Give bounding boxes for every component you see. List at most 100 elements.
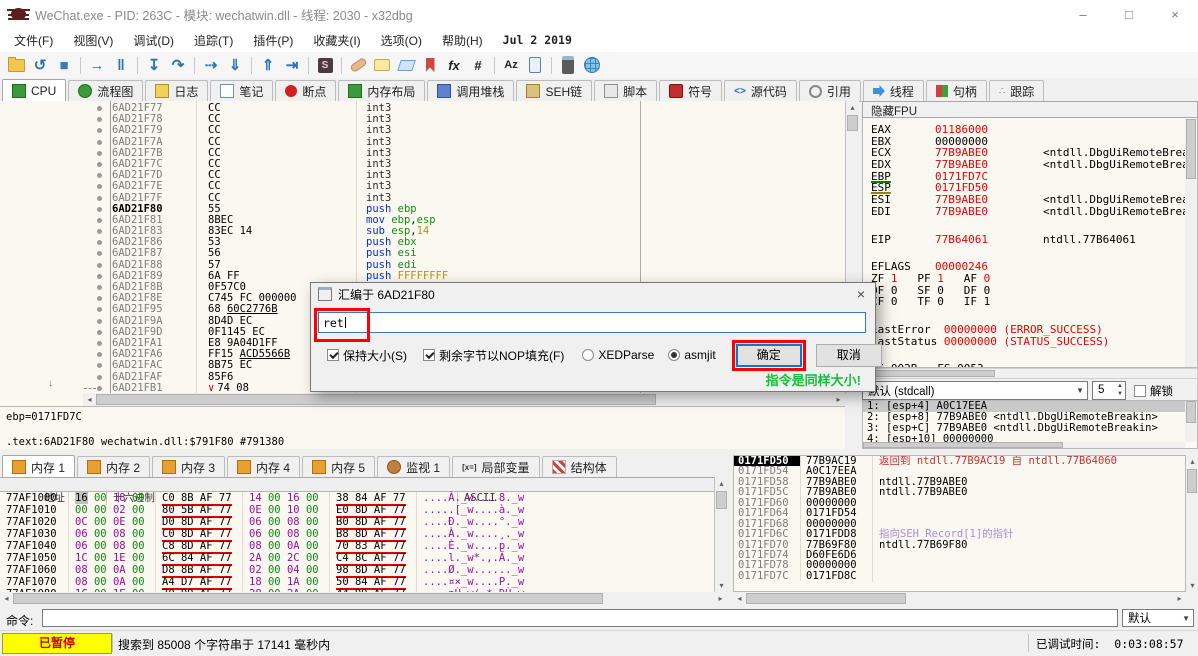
- stack-row[interactable]: 0171FD74D60FE6D6: [734, 550, 1185, 560]
- scylla-icon[interactable]: S: [314, 54, 336, 76]
- stack-panel[interactable]: 0171FD5077B9AC19返回到 ntdll.77B9AC19 自 ntd…: [733, 455, 1186, 592]
- stack-row[interactable]: 0171FD7800000000: [734, 560, 1185, 570]
- menu-item-help[interactable]: 帮助(H): [432, 29, 493, 52]
- memory-bytes-group[interactable]: 16 00 18 00: [68, 492, 155, 504]
- memory-bytes-group[interactable]: 06 00 08 00: [68, 540, 155, 552]
- execute-till-return-icon[interactable]: ⇑: [257, 54, 279, 76]
- memory-bytes-group[interactable]: 06 00 08 00: [242, 528, 329, 540]
- menu-item-trace[interactable]: 追踪(T): [184, 29, 243, 52]
- stop-icon[interactable]: ■: [53, 54, 75, 76]
- memory-dump-panel[interactable]: 地址十六进制ASCII 77AF100016 00 18 00C0 8B AF …: [0, 477, 727, 593]
- tab-log[interactable]: 日志: [145, 80, 208, 101]
- step-out-icon[interactable]: ⇓: [224, 54, 246, 76]
- register-row[interactable]: EAX01186000: [871, 124, 1197, 136]
- memory-row[interactable]: 77AF10501C 00 1E 006C 84 AF 772A 00 2C 0…: [0, 552, 727, 564]
- memory-bytes-group[interactable]: D0 8D AF 77: [155, 516, 242, 528]
- tab-memory-map[interactable]: 内存布局: [338, 80, 425, 101]
- tab-notes[interactable]: 笔记: [210, 80, 273, 101]
- website-icon[interactable]: [581, 54, 603, 76]
- hash-icon[interactable]: #: [467, 54, 489, 76]
- memory-bytes-group[interactable]: 06 00 08 00: [68, 528, 155, 540]
- disasm-row[interactable]: 6AD21F7ECCint3: [0, 181, 845, 192]
- disasm-row[interactable]: 6AD21F79CCint3: [0, 125, 845, 136]
- memory-bytes-group[interactable]: C0 8B AF 77: [155, 492, 242, 504]
- stack-row[interactable]: 0171FD5077B9AC19返回到 ntdll.77B9AC19 自 ntd…: [734, 456, 1185, 466]
- tab-threads[interactable]: 线程: [863, 80, 924, 101]
- tab-dump-4[interactable]: 内存 4: [227, 456, 300, 477]
- memory-bytes-group[interactable]: 02 00 04 00: [242, 564, 329, 576]
- comments-icon[interactable]: [371, 54, 393, 76]
- bookmarks-icon[interactable]: [419, 54, 441, 76]
- register-row[interactable]: EBP0171FD7C: [871, 171, 1197, 183]
- registers-list[interactable]: EAX01186000EBX00000000ECX77B9ABE0<ntdll.…: [862, 118, 1198, 368]
- arguments-vertical-scrollbar[interactable]: [1185, 401, 1197, 442]
- register-value[interactable]: 77B64061: [935, 234, 1043, 246]
- memory-bytes-group[interactable]: 80 5B AF 77: [155, 504, 242, 516]
- menu-item-plugins[interactable]: 插件(P): [243, 29, 303, 52]
- stack-row[interactable]: 0171FD7077B69F80ntdll.77B69F80: [734, 540, 1185, 550]
- tab-graph[interactable]: 流程图: [68, 80, 143, 101]
- memory-bytes-group[interactable]: 0C 00 0E 00: [68, 516, 155, 528]
- run-trace-icon[interactable]: ⇢: [200, 54, 222, 76]
- strings-icon[interactable]: Az: [500, 54, 522, 76]
- open-file-icon[interactable]: [5, 54, 27, 76]
- memory-row[interactable]: 77AF106008 00 0A 00D8 8B AF 7702 00 04 0…: [0, 564, 727, 576]
- tab-watch-1[interactable]: 监视 1: [377, 456, 450, 477]
- disasm-row[interactable]: 6AD21F7FCCint3: [0, 193, 845, 204]
- labels-icon[interactable]: [395, 54, 417, 76]
- register-value[interactable]: 77B9ABE0: [935, 206, 1043, 218]
- unlock-checkbox[interactable]: 解锁: [1134, 383, 1173, 399]
- hide-fpu-button[interactable]: 隐藏FPU: [862, 101, 1198, 118]
- memory-bytes-group[interactable]: 08 00 0A 00: [242, 540, 329, 552]
- calling-convention-select[interactable]: 默认 (stdcall) ▼: [862, 381, 1088, 400]
- register-row[interactable]: EIP77B64061ntdll.77B64061: [871, 234, 1197, 246]
- ok-button[interactable]: 确定: [736, 344, 802, 367]
- tab-dump-1[interactable]: 内存 1: [2, 455, 75, 478]
- memory-bytes-group[interactable]: E0 8D AF 77: [329, 504, 416, 516]
- disasm-horizontal-scrollbar[interactable]: ◂▸: [83, 393, 845, 406]
- stack-row[interactable]: 0171FD5C77B9ABE0ntdll.77B9ABE0: [734, 487, 1185, 497]
- memory-row[interactable]: 77AF107008 00 0A 00A4 D7 AF 7718 00 1A 0…: [0, 576, 727, 588]
- register-row[interactable]: LastStatus 00000000 (STATUS_SUCCESS): [871, 336, 1197, 348]
- stack-address[interactable]: 0171FD7C: [734, 571, 800, 581]
- register-row[interactable]: CF 0 TF 0 IF 1: [871, 296, 1197, 308]
- menu-item-favourites[interactable]: 收藏夹(I): [303, 29, 370, 52]
- xedparse-radio[interactable]: XEDParse: [582, 348, 654, 362]
- stack-row[interactable]: 0171FD6C0171FDD8指向SEH_Record[1]的指针: [734, 529, 1185, 539]
- tab-dump-5[interactable]: 内存 5: [302, 456, 375, 477]
- memory-row[interactable]: 77AF101000 00 02 0080 5B AF 770E 00 10 0…: [0, 504, 727, 516]
- menu-item-view[interactable]: 视图(V): [63, 29, 123, 52]
- tab-locals[interactable]: [x=]局部变量: [452, 456, 539, 477]
- nop-fill-checkbox[interactable]: 剩余字节以NOP填充(F): [423, 347, 564, 364]
- run-icon[interactable]: →: [86, 54, 108, 76]
- memory-bytes-group[interactable]: C4 8C AF 77: [329, 552, 416, 564]
- menu-item-file[interactable]: 文件(F): [4, 29, 63, 52]
- tab-struct[interactable]: 结构体: [542, 456, 617, 477]
- memory-bytes-group[interactable]: 08 00 0A 00: [68, 564, 155, 576]
- memory-bytes-group[interactable]: 1C 00 1E 00: [68, 552, 155, 564]
- step-over-icon[interactable]: ↷: [167, 54, 189, 76]
- memory-bytes-group[interactable]: 18 00 1A 00: [242, 576, 329, 588]
- step-into-icon[interactable]: ↧: [143, 54, 165, 76]
- memory-bytes-group[interactable]: 38 84 AF 77: [329, 492, 416, 504]
- stack-row[interactable]: 0171FD6000000000: [734, 498, 1185, 508]
- tab-references[interactable]: 引用: [799, 80, 861, 101]
- tab-cpu[interactable]: CPU: [2, 79, 66, 102]
- memory-row[interactable]: 77AF10200C 00 0E 00D0 8D AF 7706 00 08 0…: [0, 516, 727, 528]
- arguments-horizontal-scrollbar[interactable]: [863, 442, 1185, 448]
- memory-bytes-group[interactable]: C0 8D AF 77: [155, 528, 242, 540]
- cancel-button[interactable]: 取消: [816, 344, 882, 367]
- tab-call-stack[interactable]: 调用堆栈: [427, 80, 514, 101]
- tab-seh-chain[interactable]: SEH链: [516, 80, 592, 101]
- memory-bytes-group[interactable]: 06 00 08 00: [242, 516, 329, 528]
- memory-bytes-group[interactable]: 08 00 0A 00: [68, 576, 155, 588]
- patches-icon[interactable]: [347, 54, 369, 76]
- memory-bytes-group[interactable]: B8 8D AF 77: [329, 528, 416, 540]
- stack-address[interactable]: 0171FD6C: [734, 529, 800, 539]
- memory-bytes-group[interactable]: 0E 00 10 00: [242, 504, 329, 516]
- tab-symbols[interactable]: 符号: [659, 80, 722, 101]
- minimize-button[interactable]: –: [1060, 0, 1106, 28]
- tab-breakpoints[interactable]: 断点: [275, 80, 336, 101]
- calculator-icon[interactable]: [557, 54, 579, 76]
- tab-trace[interactable]: ∴跟踪: [989, 80, 1044, 101]
